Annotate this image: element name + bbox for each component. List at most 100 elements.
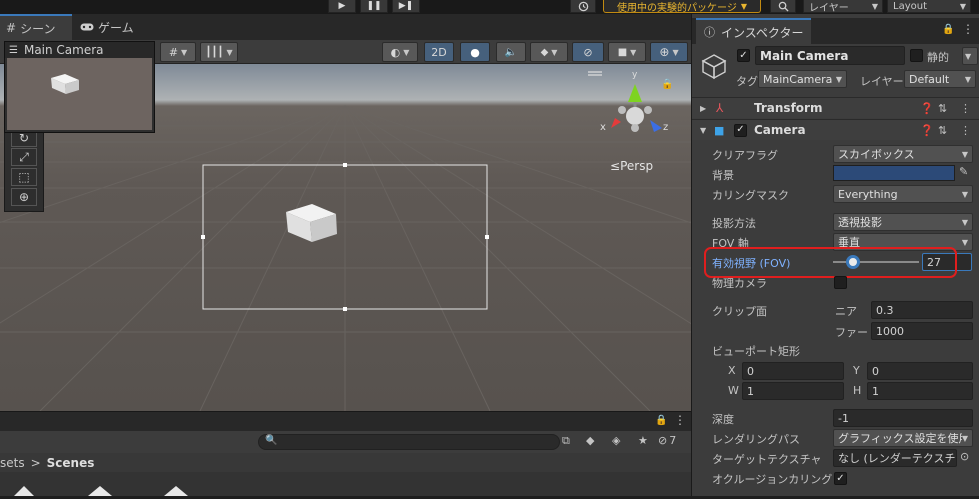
audio-toggle[interactable]: 🔈 — [496, 42, 526, 62]
target-texture-field[interactable]: なし (レンダーテクスチャ) — [833, 449, 957, 467]
camera-title: Camera — [754, 123, 806, 137]
background-color-swatch[interactable] — [833, 165, 955, 181]
camera-component-header[interactable]: ▼ ■ ✓ Camera ❓ ⇅ ⋮ — [692, 119, 979, 140]
static-dropdown[interactable]: ▼ — [962, 47, 978, 65]
tab-scene-label: シーン — [20, 21, 56, 36]
breadcrumb-item-current[interactable]: Scenes — [47, 456, 95, 470]
gizmos-dropdown[interactable]: ⊕ ▼ — [650, 42, 688, 62]
static-label: 静的 — [927, 51, 949, 64]
rect-tool-button[interactable]: ⬚ — [11, 168, 37, 186]
tool-palette: ↻ ⤢ ⬚ ⊕ — [4, 126, 44, 212]
object-picker-icon[interactable]: ⊙ — [960, 450, 969, 463]
rendering-path-dropdown[interactable]: グラフィックス設定を使用 ▼ — [833, 429, 973, 447]
layout-dropdown[interactable]: Layout ▼ — [887, 0, 971, 13]
eyedropper-icon[interactable]: ✎ — [959, 165, 968, 178]
file-icon — [88, 486, 112, 496]
camera-settings-dropdown[interactable]: ■ ▼ — [608, 42, 646, 62]
active-checkbox[interactable]: ✓ — [737, 49, 750, 62]
scale-tool-button[interactable]: ⤢ — [11, 148, 37, 166]
transform-tool-button[interactable]: ⊕ — [11, 188, 37, 206]
more-menu-icon[interactable]: ⋮ — [962, 22, 974, 36]
far-value: 1000 — [876, 324, 904, 338]
hidden-packages-toggle[interactable]: ⊘ 7 — [658, 434, 676, 447]
tab-scene[interactable]: # シーン — [0, 14, 72, 40]
history-button[interactable] — [570, 0, 596, 13]
more-menu-icon[interactable]: ⋮ — [960, 102, 971, 115]
search-input[interactable]: 🔍 — [258, 434, 560, 450]
camera-preview-header[interactable]: ☰ Main Camera — [5, 42, 154, 58]
far-field[interactable]: 1000 — [871, 322, 973, 340]
more-menu-icon[interactable]: ⋮ — [674, 413, 686, 427]
draw-mode-dropdown[interactable]: ◐ ▼ — [382, 42, 418, 62]
projection-dropdown[interactable]: 透視投影 ▼ — [833, 213, 973, 231]
rect-icon: ⬚ — [18, 170, 30, 184]
preset-icon[interactable]: ⇅ — [938, 124, 947, 137]
search-filter-icon[interactable]: ⧉ — [562, 434, 570, 448]
static-checkbox[interactable] — [910, 49, 923, 62]
label-filter-icon[interactable]: ◈ — [612, 434, 620, 447]
layer-dropdown[interactable]: Default ▼ — [904, 70, 976, 88]
effects-dropdown[interactable]: ◆ ▼ — [530, 42, 568, 62]
transform-component-header[interactable]: ▶ ⅄ Transform ❓ ⇅ ⋮ — [692, 97, 979, 118]
grid-snap-button[interactable]: # ▼ — [160, 42, 196, 62]
scene-lighting-toggle[interactable]: ● — [460, 42, 490, 62]
step-button[interactable]: ▶❚ — [392, 0, 420, 13]
chevron-down-icon: ▼ — [961, 217, 968, 227]
experimental-packages-button[interactable]: 使用中の実験的パッケージ ▼ — [603, 0, 761, 13]
chevron-down-icon: ▼ — [181, 47, 188, 57]
tag-dropdown[interactable]: MainCamera ▼ — [758, 70, 847, 88]
viewport-h-field[interactable]: 1 — [867, 382, 973, 400]
background-label: 背景 — [712, 169, 734, 182]
culling-mask-label: カリングマスク — [712, 189, 789, 202]
viewport-w-label: W — [728, 384, 739, 397]
near-field[interactable]: 0.3 — [871, 301, 973, 319]
viewport-y-field[interactable]: 0 — [867, 362, 973, 380]
culling-mask-dropdown[interactable]: Everything ▼ — [833, 185, 973, 203]
lock-icon[interactable]: 🔒 — [661, 79, 673, 90]
search-button[interactable] — [770, 0, 796, 13]
hidden-count: 7 — [669, 434, 677, 447]
tab-game[interactable]: ゲーム — [74, 14, 154, 40]
tab-game-label: ゲーム — [98, 20, 134, 35]
object-name-field[interactable]: Main Camera — [755, 46, 905, 65]
clear-flags-dropdown[interactable]: スカイボックス ▼ — [833, 145, 973, 163]
layers-dropdown[interactable]: レイヤー ▼ — [803, 0, 883, 14]
rendering-path-value: グラフィックス設定を使用 — [838, 432, 962, 445]
pause-button[interactable]: ❚❚ — [360, 0, 388, 13]
play-button[interactable]: ▶ — [328, 0, 356, 13]
camera-enabled-checkbox[interactable]: ✓ — [734, 123, 747, 137]
occlusion-culling-checkbox[interactable]: ✓ — [834, 472, 847, 485]
depth-field[interactable]: -1 — [833, 409, 973, 427]
viewport-rect-label: ビューポート矩形 — [712, 345, 800, 358]
help-icon[interactable]: ❓ — [920, 124, 934, 137]
lock-icon[interactable]: 🔒 — [655, 415, 667, 426]
breadcrumb-item-root[interactable]: sets — [0, 456, 25, 470]
viewport-x-field[interactable]: 0 — [742, 362, 844, 380]
lock-icon[interactable]: 🔒 — [942, 24, 954, 35]
physical-camera-checkbox[interactable] — [834, 276, 847, 289]
viewport-w-field[interactable]: 1 — [742, 382, 844, 400]
transform-title: Transform — [754, 101, 823, 115]
occlusion-culling-label: オクルージョンカリング — [712, 473, 833, 486]
scene-visibility-toggle[interactable]: ⊘ — [572, 42, 604, 62]
preset-icon[interactable]: ⇅ — [938, 102, 947, 115]
help-icon[interactable]: ❓ — [920, 102, 934, 115]
camera-preview-view — [7, 58, 152, 130]
transform-icon: ⅄ — [716, 101, 724, 115]
increment-snap-button[interactable]: ┃┃┃ ▼ — [200, 42, 238, 62]
chevron-down-icon: ▼ — [961, 149, 968, 159]
far-label: ファー — [835, 326, 868, 339]
chevron-down-icon: ▼ — [630, 47, 637, 57]
play-icon: ▶ — [338, 1, 346, 11]
camera-icon: ■ — [714, 123, 725, 137]
type-filter-icon[interactable]: ◆ — [586, 434, 594, 447]
tab-inspector[interactable]: ⓘ インスペクター — [696, 18, 812, 44]
viewport-h-value: 1 — [872, 384, 879, 398]
more-menu-icon[interactable]: ⋮ — [960, 124, 971, 137]
favorite-star-icon[interactable]: ★ — [638, 434, 648, 447]
file-icon — [14, 486, 34, 496]
toggle-2d-button[interactable]: 2D — [424, 42, 454, 62]
gamepad-icon — [80, 23, 94, 31]
perspective-toggle[interactable]: ≤Persp — [610, 159, 653, 173]
projection-label: 投影方法 — [712, 217, 756, 230]
